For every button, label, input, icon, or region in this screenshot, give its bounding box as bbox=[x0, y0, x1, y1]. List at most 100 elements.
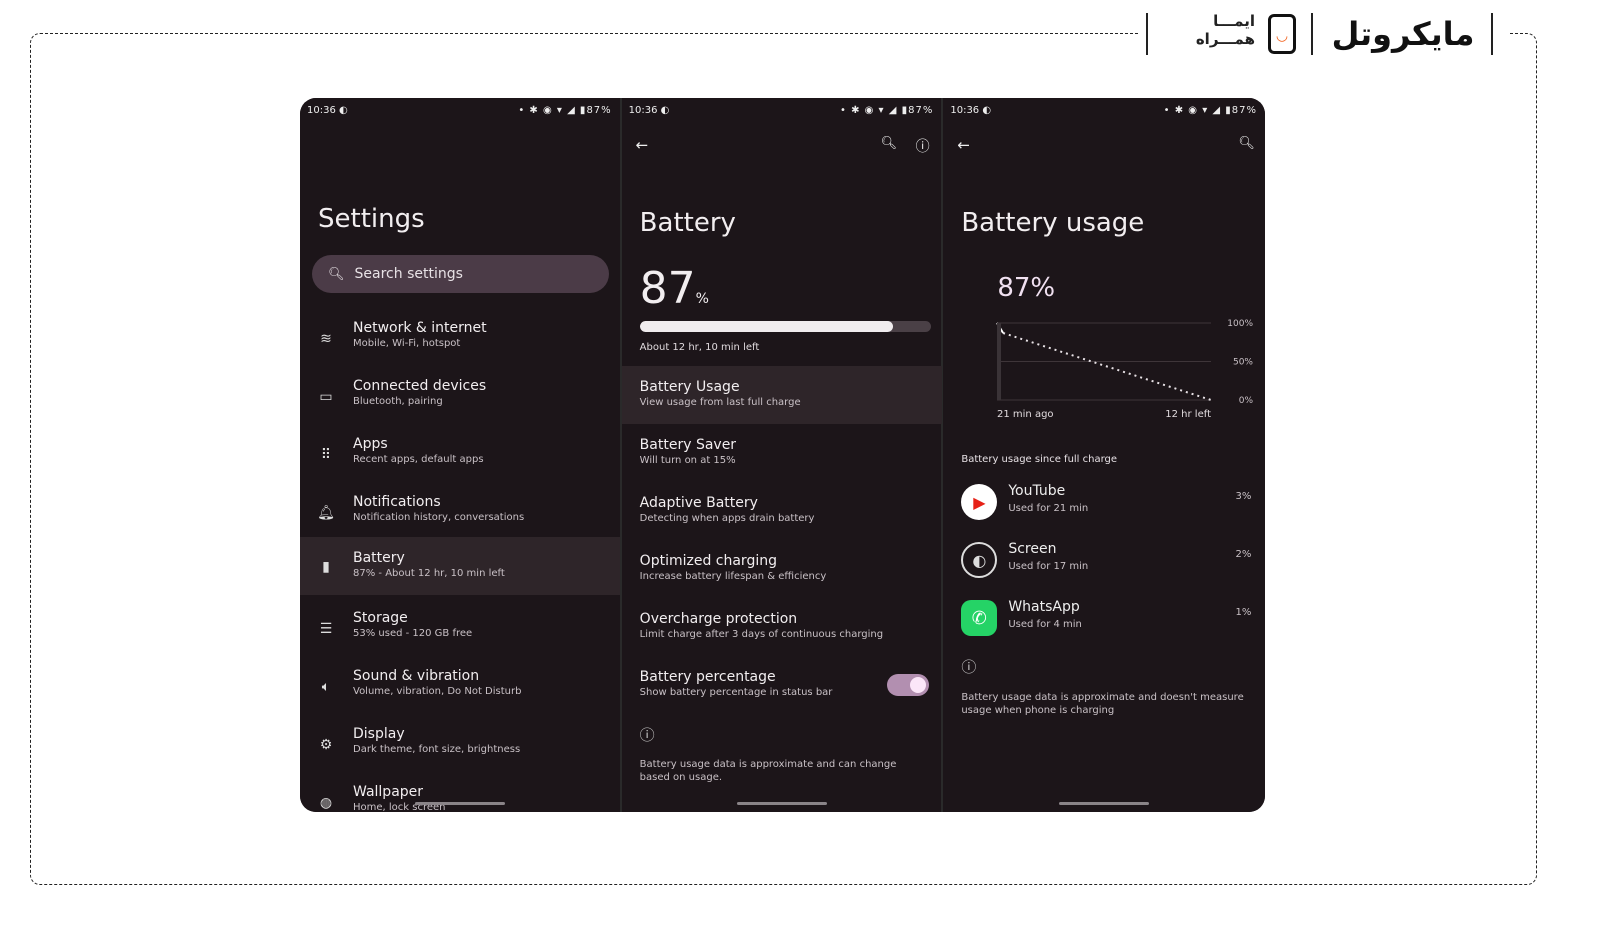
item-subtitle: View usage from last full charge bbox=[639, 397, 801, 408]
usage-bar bbox=[997, 323, 1002, 400]
item-subtitle: Bluetooth, pairing bbox=[353, 396, 443, 407]
settings-item-storage[interactable]: ☰ Storage 53% used - 120 GB free bbox=[300, 603, 620, 661]
optimized-charging-item[interactable]: Optimized charging Increase battery lifes… bbox=[622, 540, 942, 598]
item-title: Wallpaper bbox=[353, 784, 424, 800]
wifi-icon: ≋ bbox=[320, 331, 332, 347]
settings-item-apps[interactable]: ⠿ Apps Recent apps, default apps bbox=[300, 429, 620, 487]
whatsapp-icon: ✆ bbox=[961, 600, 998, 636]
time: 10:36 bbox=[950, 105, 980, 116]
speaker-icon: 🔈︎ bbox=[321, 679, 331, 695]
item-title: Adaptive Battery bbox=[639, 495, 758, 511]
usage-level: 87% bbox=[997, 273, 1056, 303]
item-subtitle: Increase battery lifespan & efficiency bbox=[639, 571, 827, 582]
y-tick-label: 100% bbox=[1228, 319, 1254, 329]
item-title: Sound & vibration bbox=[353, 668, 480, 684]
time: 10:36 bbox=[628, 105, 658, 116]
partner-logo: ایمـــا همـــراه bbox=[1195, 12, 1255, 48]
app-row-whatsapp[interactable]: ✆ WhatsApp Used for 4 min 1% bbox=[961, 594, 1251, 644]
status-bar: 10:36 ◐ • ✱ ◉ ▾ ◢ ▮87% bbox=[307, 105, 612, 116]
item-title: Display bbox=[353, 726, 405, 742]
info-icon: ⓘ bbox=[639, 726, 655, 744]
footer-note: Battery usage data is approximate and ca… bbox=[639, 759, 897, 783]
battery-chart: 100% 50% 0% 21 min ago 12 hr left bbox=[996, 319, 1254, 420]
time: 10:36 bbox=[307, 105, 336, 116]
app-detail: Used for 17 min bbox=[1008, 561, 1089, 572]
phone-logo-icon: ◡ bbox=[1268, 14, 1296, 54]
app-percent: 2% bbox=[1235, 549, 1252, 560]
item-subtitle: Dark theme, font size, brightness bbox=[353, 744, 521, 755]
item-subtitle: Limit charge after 3 days of continuous … bbox=[639, 629, 884, 640]
battery-level-unit: % bbox=[695, 291, 709, 307]
battery-usage-screen: 10:36 ◐ • ✱ ◉ ▾ ◢ ▮87% ← 🔍︎ Battery usage… bbox=[943, 98, 1265, 812]
storage-icon: ☰ bbox=[319, 621, 333, 637]
app-percent: 3% bbox=[1235, 491, 1252, 502]
item-title: Notifications bbox=[353, 494, 441, 510]
apps-grid-icon: ⠿ bbox=[320, 447, 332, 463]
page-title: Battery usage bbox=[961, 208, 1145, 238]
divider bbox=[1146, 13, 1148, 55]
battery-percentage-toggle[interactable] bbox=[887, 674, 930, 696]
screenshots: 10:36 ◐ • ✱ ◉ ▾ ◢ ▮87% Settings 🔍︎ Search … bbox=[300, 98, 1265, 812]
item-title: Overcharge protection bbox=[639, 611, 798, 627]
battery-saver-item[interactable]: Battery Saver Will turn on at 15% bbox=[622, 424, 942, 482]
gesture-bar[interactable] bbox=[1059, 802, 1150, 805]
battery-screen: 10:36 ◐ • ✱ ◉ ▾ ◢ ▮87% ← 🔍︎ ⓘ Battery 87%… bbox=[621, 98, 944, 812]
footer-note: Battery usage data is approximate and do… bbox=[961, 692, 1244, 716]
help-icon[interactable]: ⓘ bbox=[916, 136, 930, 156]
gesture-bar[interactable] bbox=[736, 802, 827, 805]
settings-item-wallpaper[interactable]: ◍ Wallpaper Home, lock screen bbox=[300, 777, 620, 812]
battery-level-value: 87 bbox=[639, 263, 696, 314]
item-title: Battery bbox=[353, 550, 405, 566]
overcharge-protection-item[interactable]: Overcharge protection Limit charge after … bbox=[622, 598, 942, 656]
section-header: Battery usage since full charge bbox=[961, 454, 1118, 465]
item-subtitle: 53% used - 120 GB free bbox=[353, 628, 473, 639]
settings-item-display[interactable]: ⚙︎ Display Dark theme, font size, brightne… bbox=[300, 719, 620, 777]
item-subtitle: Recent apps, default apps bbox=[353, 454, 484, 465]
battery-usage-item[interactable]: Battery Usage View usage from last full c… bbox=[621, 366, 942, 424]
palette-icon: ◍ bbox=[319, 795, 333, 811]
youtube-icon: ▶ bbox=[961, 484, 998, 520]
page-title: Battery bbox=[639, 208, 736, 238]
back-arrow-icon[interactable]: ← bbox=[957, 136, 970, 154]
settings-item-sound[interactable]: 🔈︎ Sound & vibration Volume, vibration, Do… bbox=[300, 661, 620, 719]
item-title: Battery Usage bbox=[639, 379, 740, 395]
settings-item-battery[interactable]: ▮ Battery 87% - About 12 hr, 10 min left bbox=[300, 537, 620, 595]
search-icon[interactable]: 🔍︎ bbox=[1238, 136, 1255, 151]
divider bbox=[1311, 13, 1313, 55]
series-line bbox=[1003, 332, 1212, 401]
display-icon: ⚙︎ bbox=[319, 737, 333, 753]
brand-logo: مایکروتل bbox=[1331, 15, 1475, 53]
item-title: Apps bbox=[353, 436, 388, 452]
status-bar: 10:36 ◐ • ✱ ◉ ▾ ◢ ▮87% bbox=[950, 105, 1258, 116]
x-axis-label: 21 min ago bbox=[997, 409, 1054, 420]
back-arrow-icon[interactable]: ← bbox=[636, 136, 649, 154]
settings-item-connected-devices[interactable]: ▭ Connected devices Bluetooth, pairing bbox=[300, 371, 620, 429]
settings-item-network[interactable]: ≋ Network & internet Mobile, Wi-Fi, hotspo… bbox=[300, 313, 620, 371]
status-bar: 10:36 ◐ • ✱ ◉ ▾ ◢ ▮87% bbox=[628, 105, 934, 116]
item-subtitle: Volume, vibration, Do Not Disturb bbox=[353, 686, 522, 697]
time-left: About 12 hr, 10 min left bbox=[639, 342, 760, 353]
item-subtitle: 87% - About 12 hr, 10 min left bbox=[353, 568, 505, 579]
bell-icon: 🔔︎ bbox=[317, 505, 335, 521]
search-icon: 🔍︎ bbox=[328, 266, 345, 282]
app-detail: Used for 4 min bbox=[1008, 619, 1082, 630]
gesture-bar[interactable] bbox=[414, 802, 505, 805]
info-icon: ⓘ bbox=[961, 658, 977, 676]
search-input[interactable]: 🔍︎ Search settings bbox=[312, 255, 609, 293]
item-title: Optimized charging bbox=[639, 553, 777, 569]
item-subtitle: Notification history, conversations bbox=[353, 512, 525, 523]
y-tick-label: 50% bbox=[1233, 358, 1253, 368]
battery-status: 87% bbox=[1231, 105, 1258, 116]
battery-status: 87% bbox=[586, 105, 612, 116]
battery-level: 87% bbox=[640, 263, 709, 314]
app-row-youtube[interactable]: ▶ YouTube Used for 21 min 3% bbox=[961, 478, 1251, 528]
battery-progress-fill bbox=[639, 321, 893, 332]
app-name: YouTube bbox=[1008, 483, 1066, 499]
search-icon[interactable]: 🔍︎ bbox=[881, 136, 898, 151]
item-title: Battery Saver bbox=[639, 437, 737, 453]
devices-icon: ▭ bbox=[319, 389, 333, 405]
adaptive-battery-item[interactable]: Adaptive Battery Detecting when apps drai… bbox=[622, 482, 942, 540]
app-row-screen[interactable]: ◐ Screen Used for 17 min 2% bbox=[961, 536, 1251, 586]
x-axis-label: 12 hr left bbox=[1166, 409, 1212, 420]
app-detail: Used for 21 min bbox=[1008, 503, 1089, 514]
